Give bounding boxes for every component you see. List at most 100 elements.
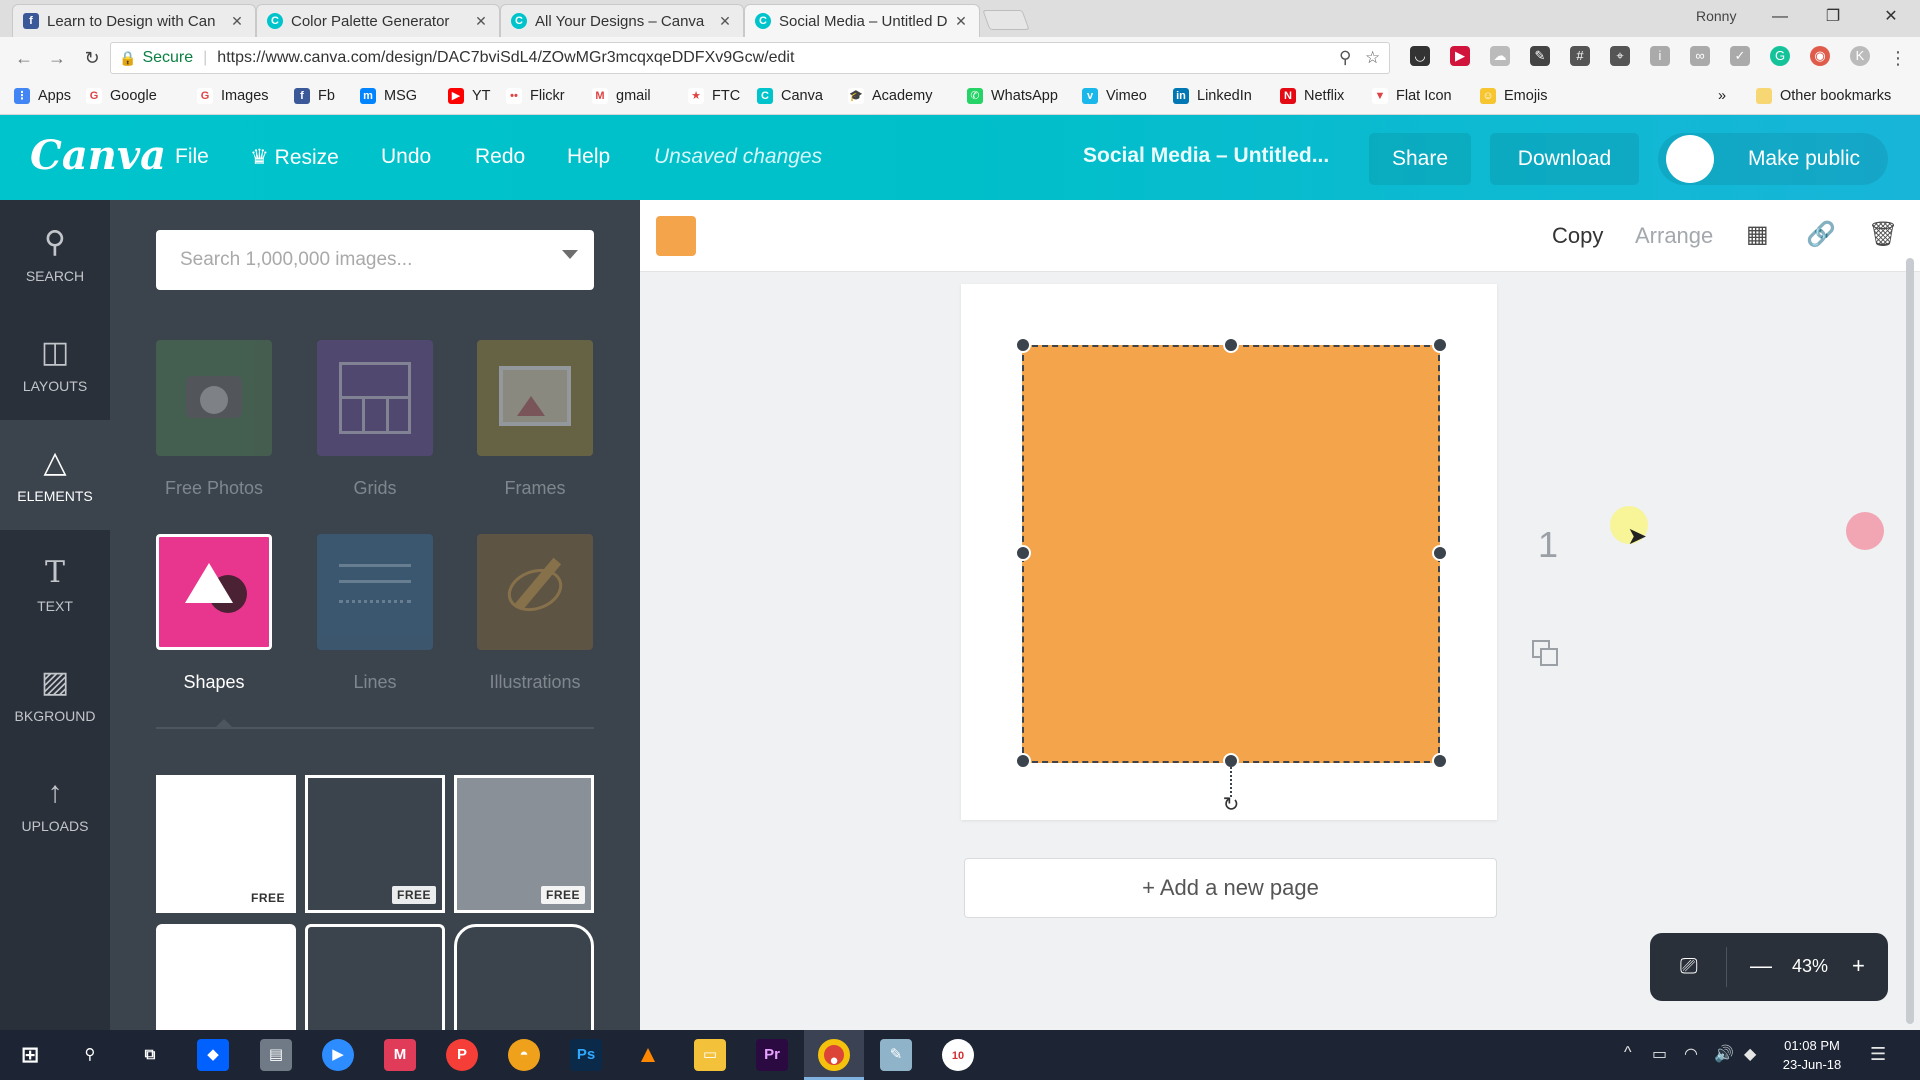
trash-icon[interactable]: 🗑: [1868, 220, 1898, 249]
cloud-extension-icon[interactable]: ☁: [1490, 46, 1510, 66]
category-illustrations[interactable]: Illustrations: [477, 534, 593, 693]
bookmark-canva[interactable]: C Canva: [757, 88, 823, 104]
workspace-scrollbar[interactable]: [1906, 258, 1914, 1024]
zoom-app-icon[interactable]: ▶: [322, 1039, 354, 1071]
rail-item-uploads[interactable]: ↑ UPLOADS: [0, 750, 110, 860]
shape-tile[interactable]: [156, 924, 296, 1030]
video-extension-icon[interactable]: ▶: [1450, 46, 1470, 66]
close-window-icon[interactable]: ✕: [1871, 4, 1911, 30]
category-frames[interactable]: Frames: [477, 340, 593, 499]
pocket-extension-icon[interactable]: ◡: [1410, 46, 1430, 66]
check-extension-icon[interactable]: ✓: [1730, 46, 1750, 66]
bookmark-star-icon[interactable]: ☆: [1365, 48, 1380, 68]
category-free-photos[interactable]: Free Photos: [156, 340, 272, 499]
canva-logo[interactable]: Canva: [30, 132, 166, 179]
resize-handle-bottom-right[interactable]: [1432, 753, 1448, 769]
minimize-icon[interactable]: —: [1760, 4, 1800, 30]
category-grids[interactable]: Grids: [317, 340, 433, 499]
location-extension-icon[interactable]: ⌖: [1610, 46, 1630, 66]
download-button[interactable]: Download: [1490, 133, 1639, 185]
resize-handle-top[interactable]: [1223, 337, 1239, 353]
volume-icon[interactable]: 🔊: [1714, 1044, 1734, 1064]
vpn-app-icon[interactable]: ◓: [508, 1039, 540, 1071]
url-text[interactable]: https://www.canva.com/design/DAC7bviSdL4…: [217, 49, 794, 67]
link-extension-icon[interactable]: ∞: [1690, 46, 1710, 66]
bookmark-gmail[interactable]: Mgmail: [592, 88, 651, 104]
pocketcasts-icon[interactable]: P: [446, 1039, 478, 1071]
rail-item-text[interactable]: T TEXT: [0, 530, 110, 640]
rotate-icon[interactable]: ↻: [1220, 794, 1242, 816]
bookmark-academy[interactable]: 🎓 Academy: [848, 88, 932, 104]
zoom-out-button[interactable]: —: [1750, 953, 1772, 979]
resize-button[interactable]: ♛ Resize: [250, 145, 339, 170]
bookmark-yt[interactable]: ▶ YT: [448, 88, 491, 104]
maximize-icon[interactable]: ❐: [1813, 4, 1853, 30]
present-icon[interactable]: ⎚: [1680, 953, 1698, 979]
undo-button[interactable]: Undo: [381, 145, 431, 169]
premiere-icon[interactable]: Pr: [756, 1039, 788, 1071]
close-tab-icon[interactable]: ✕: [953, 13, 969, 30]
url-bar[interactable]: 🔒 Secure | https://www.canva.com/design/…: [110, 42, 1390, 74]
shape-tile[interactable]: [454, 924, 594, 1030]
badged-app-icon[interactable]: 10: [942, 1039, 974, 1071]
notepad-icon[interactable]: ✎: [880, 1039, 912, 1071]
shape-tile[interactable]: [305, 924, 445, 1030]
browser-tab[interactable]: C Color Palette Generator ✕: [256, 4, 500, 37]
shape-tile[interactable]: FREE: [156, 775, 296, 913]
share-button[interactable]: Share: [1369, 133, 1471, 185]
category-lines[interactable]: Lines: [317, 534, 433, 693]
chrome-icon[interactable]: ●: [818, 1039, 850, 1071]
bookmark-google[interactable]: G Google: [86, 88, 157, 104]
dropbox-tray-icon[interactable]: ◆: [1744, 1044, 1756, 1064]
bookmarks-overflow-icon[interactable]: »: [1718, 88, 1726, 104]
back-icon[interactable]: ←: [12, 46, 36, 70]
rail-item-layouts[interactable]: ◫ LAYOUTS: [0, 310, 110, 420]
file-app-icon[interactable]: ▤: [260, 1039, 292, 1071]
bookmark-flickr[interactable]: •• Flickr: [506, 88, 565, 104]
grammarly-extension-icon[interactable]: G: [1770, 46, 1790, 66]
shape-tile[interactable]: FREE: [305, 775, 445, 913]
photoshop-icon[interactable]: Ps: [570, 1039, 602, 1071]
bookmark-apps[interactable]: ⋮ Apps: [14, 88, 71, 104]
close-tab-icon[interactable]: ✕: [473, 13, 489, 30]
close-tab-icon[interactable]: ✕: [717, 13, 733, 30]
arrange-button[interactable]: Arrange: [1635, 223, 1713, 249]
add-page-button[interactable]: + Add a new page: [964, 858, 1497, 918]
category-shapes[interactable]: Shapes: [156, 534, 272, 693]
make-public-toggle[interactable]: Make public: [1658, 133, 1888, 185]
selected-rectangle-shape[interactable]: [1022, 345, 1440, 763]
image-search-input[interactable]: Search 1,000,000 images...: [156, 230, 594, 290]
browser-tab-active[interactable]: C Social Media – Untitled D ✕: [744, 4, 980, 37]
file-explorer-icon[interactable]: ▭: [694, 1039, 726, 1071]
mail-app-icon[interactable]: M: [384, 1039, 416, 1071]
battery-icon[interactable]: ▭: [1652, 1044, 1667, 1064]
tray-chevron-icon[interactable]: ^: [1624, 1044, 1632, 1062]
zoom-icon[interactable]: ⚲: [1339, 48, 1351, 68]
bookmark-fb[interactable]: f Fb: [294, 88, 335, 104]
search-icon[interactable]: ⚲: [74, 1039, 106, 1071]
dropbox-icon[interactable]: ◆: [197, 1039, 229, 1071]
copy-button[interactable]: Copy: [1552, 223, 1603, 249]
k-extension-icon[interactable]: K: [1850, 46, 1870, 66]
bookmark-vimeo[interactable]: v Vimeo: [1082, 88, 1147, 104]
info-extension-icon[interactable]: i: [1650, 46, 1670, 66]
resize-handle-bottom-left[interactable]: [1015, 753, 1031, 769]
system-clock[interactable]: 01:08 PM 23-Jun-18: [1772, 1036, 1852, 1074]
chevron-down-icon[interactable]: [562, 250, 578, 259]
bookmark-msg[interactable]: m MSG: [360, 88, 417, 104]
zoom-level[interactable]: 43%: [1792, 956, 1828, 977]
help-menu[interactable]: Help: [567, 145, 610, 169]
bookmark-emojis[interactable]: ☺ Emojis: [1480, 88, 1548, 104]
chrome-menu-icon[interactable]: ⋮: [1886, 46, 1910, 70]
bookmark-images[interactable]: G Images: [197, 88, 269, 104]
resize-handle-top-left[interactable]: [1015, 337, 1031, 353]
forward-icon[interactable]: →: [45, 46, 69, 70]
color-picker-extension-icon[interactable]: ✎: [1530, 46, 1550, 66]
transparency-icon[interactable]: ▦: [1746, 220, 1769, 249]
action-center-icon[interactable]: ☰: [1870, 1044, 1886, 1065]
task-view-icon[interactable]: ⧉: [134, 1039, 166, 1071]
shape-tile[interactable]: FREE: [454, 775, 594, 913]
link-icon[interactable]: 🔗: [1806, 220, 1836, 249]
resize-handle-left[interactable]: [1015, 545, 1031, 561]
browser-tab[interactable]: f Learn to Design with Can ✕: [12, 4, 256, 37]
